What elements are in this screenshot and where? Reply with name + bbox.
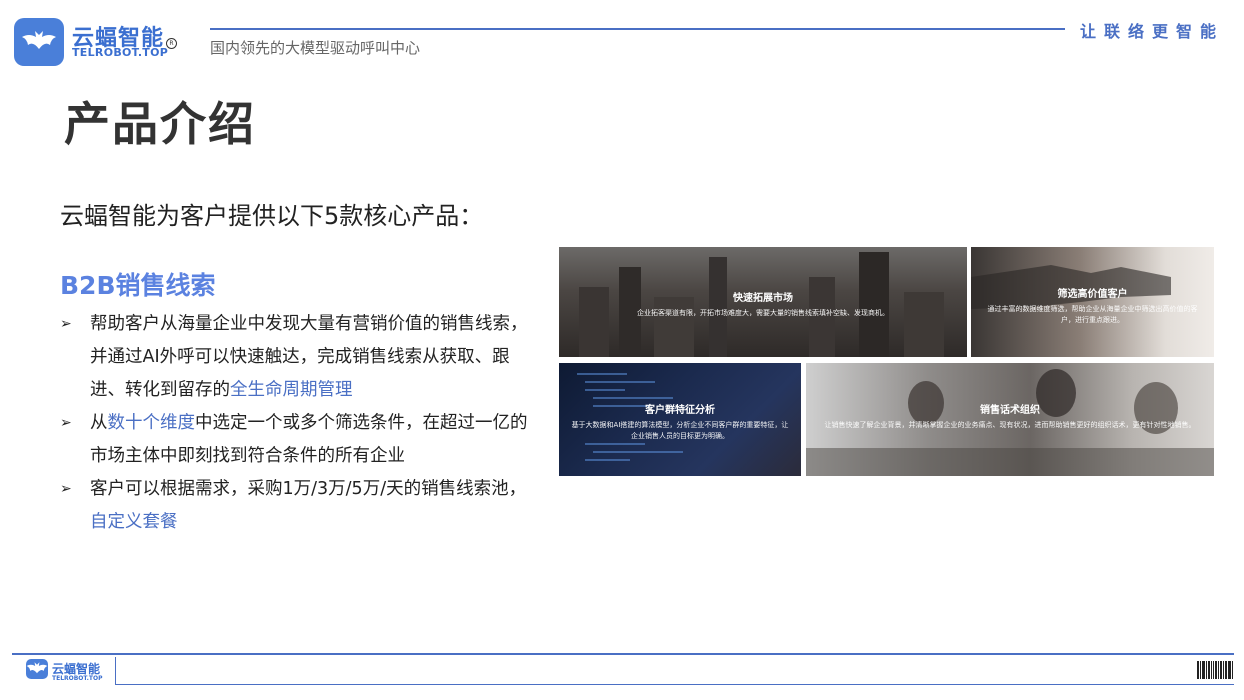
bullet-list: ➢ 帮助客户从海量企业中发现大量有营销价值的销售线索，并通过AI外呼可以快速触达… [60,308,530,539]
highlight-text: 数十个维度 [107,413,196,433]
highlight-text: 全生命周期管理 [230,380,353,400]
tile-title: 快速拓展市场 [733,293,793,304]
tile-sales-script: 销售话术组织 让销售快速了解企业背景，并清晰掌握企业的业务痛点、现有状况，进而帮… [806,363,1214,476]
tile-title: 销售话术组织 [980,405,1040,416]
tile-high-value-customers: 筛选高价值客户 通过丰富的数据维度筛选，帮助企业从海量企业中筛选出高价值的客户，… [971,247,1214,357]
barcode-icon [1197,661,1233,679]
slogan: 让联络更智能 [1080,22,1225,41]
tile-customer-analysis: 客户群特征分析 基于大数据和AI搭建的算法模型，分析企业不同客户群的重要特征，让… [559,363,801,476]
bullet-item: ➢ 从数十个维度中选定一个或多个筛选条件，在超过一亿的市场主体中即刻找到符合条件… [60,407,530,473]
footer-divider [12,653,1234,655]
tile-market-expansion: 快速拓展市场 企业拓客渠道有限，开拓市场难度大，需要大量的销售线索填补空缺、发现… [559,247,967,357]
arrow-bullet-icon: ➢ [60,316,72,332]
logo-icon [14,18,64,66]
footer-separator [115,657,116,685]
header-divider [210,28,1065,30]
registered-mark: R [166,38,177,49]
highlight-text: 自定义套餐 [90,512,178,532]
bullet-item: ➢ 客户可以根据需求，采购1万/3万/5万/天的销售线索池，自定义套餐 [60,473,530,539]
tile-title: 客户群特征分析 [645,405,715,416]
tile-title: 筛选高价值客户 [1057,289,1128,300]
page-title: 产品介绍 [64,97,256,151]
arrow-bullet-icon: ➢ [60,415,72,431]
tile-description: 通过丰富的数据维度筛选，帮助企业从海量企业中筛选出高价值的客户，进行重点跟进。 [987,305,1198,324]
tile-description: 企业拓客渠道有限，开拓市场难度大，需要大量的销售线索填补空缺、发现商机。 [637,309,889,317]
footer-logo-domain: TELROBOT.TOP [52,675,103,682]
footer-logo-icon [26,659,48,679]
tile-description: 让销售快速了解企业背景，并清晰掌握企业的业务痛点、现有状况，进而帮助销售更好的组… [824,421,1196,429]
footer-baseline [115,684,1234,685]
tagline: 国内领先的大模型驱动呼叫中心 [210,39,421,57]
intro-text: 云蝠智能为客户提供以下5款核心产品： [60,202,484,230]
section-title: B2B销售线索 [60,271,216,300]
arrow-bullet-icon: ➢ [60,481,72,497]
logo-domain: TELROBOT.TOP [72,46,169,59]
tile-description: 基于大数据和AI搭建的算法模型，分析企业不同客户群的重要特征，让企业销售人员的目… [571,421,789,440]
bullet-item: ➢ 帮助客户从海量企业中发现大量有营销价值的销售线索，并通过AI外呼可以快速触达… [60,308,530,407]
